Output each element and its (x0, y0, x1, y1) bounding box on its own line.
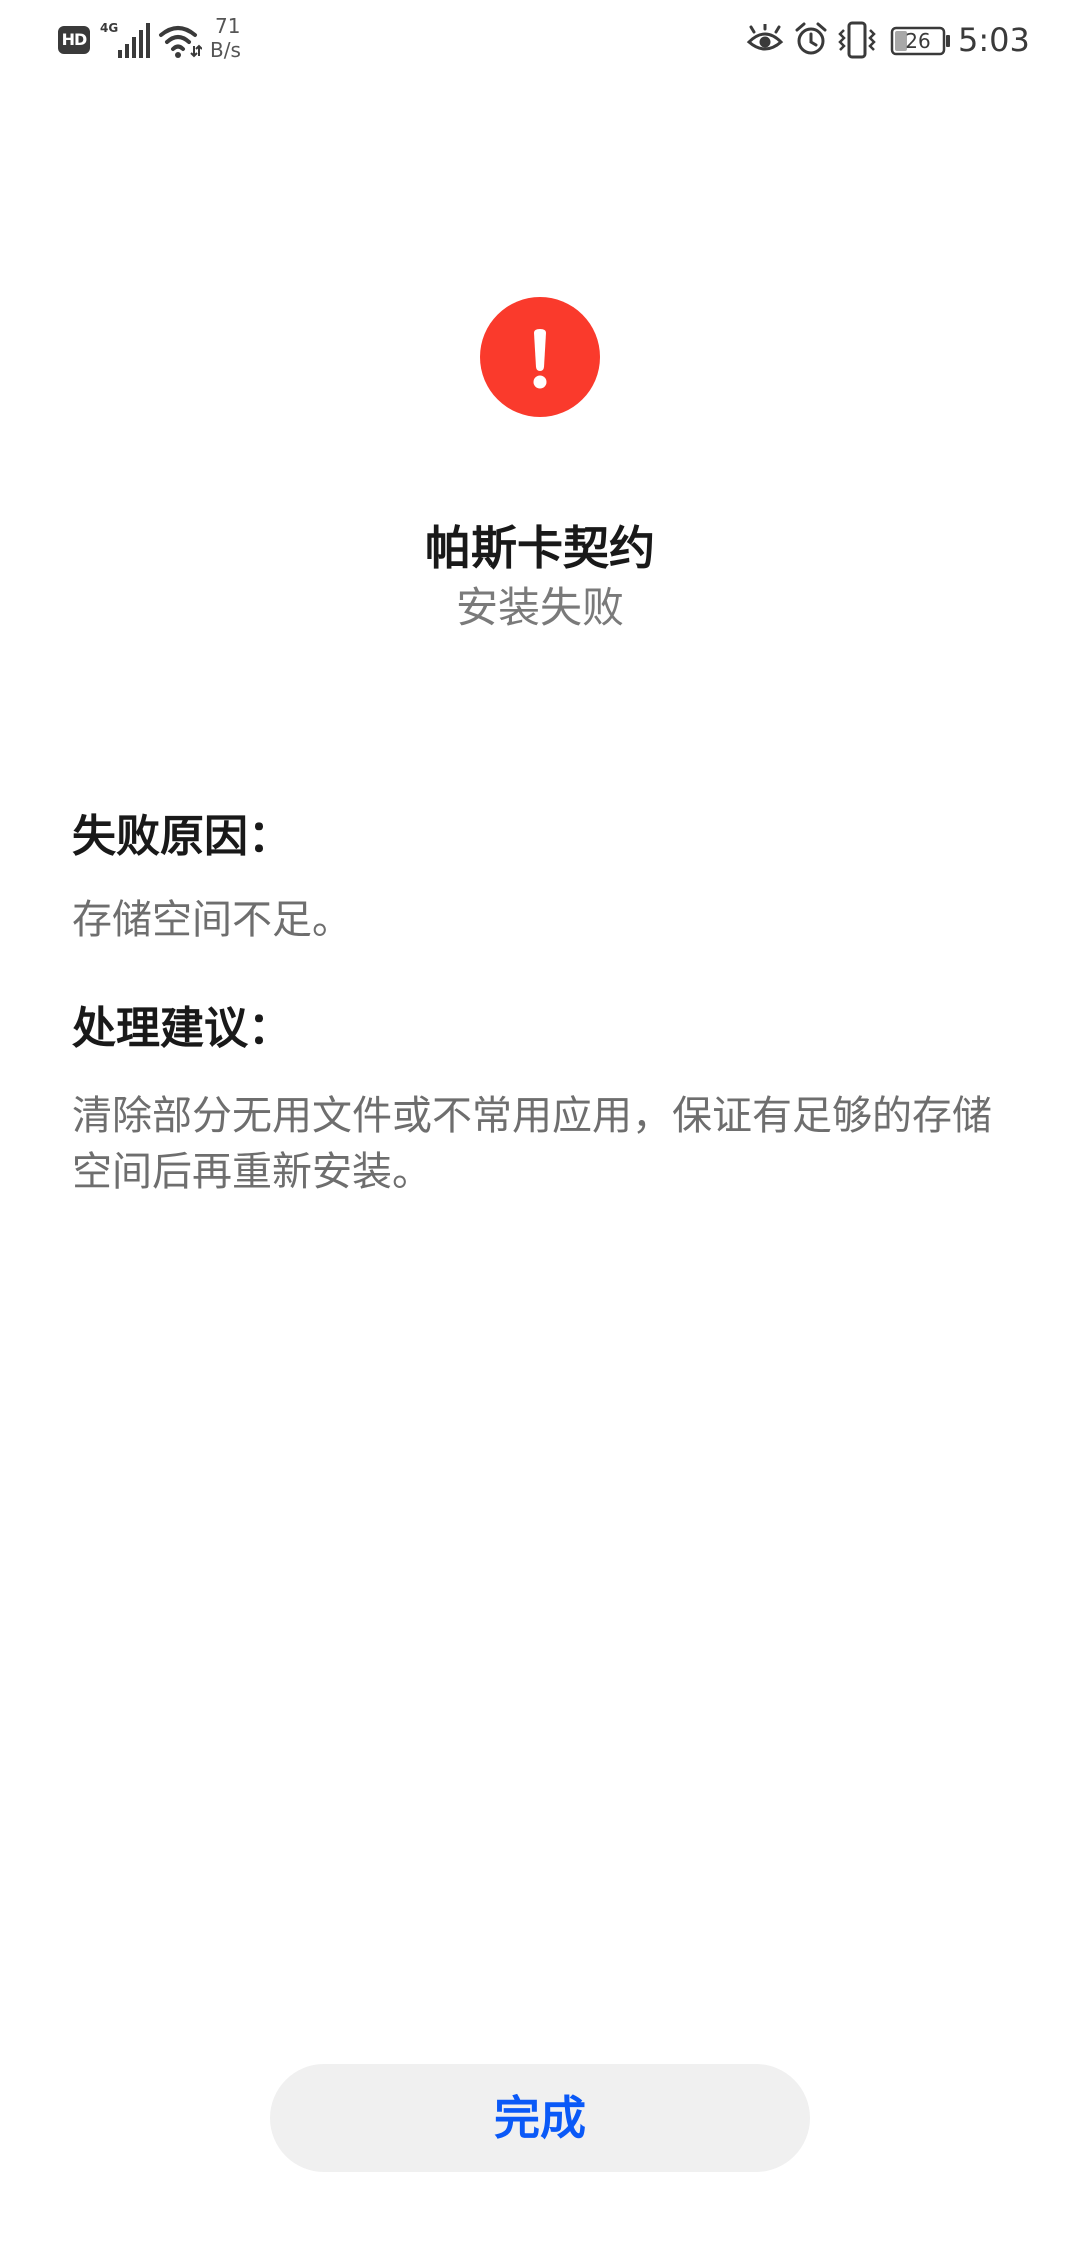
vibrate-icon (838, 21, 876, 59)
failure-reason-heading: 失败原因： (72, 811, 292, 862)
suggestion-text: 清除部分无用文件或不常用应用，保证有足够的存储空间后再重新安装。 (72, 1093, 992, 1195)
network-speed-unit: B/s (210, 38, 241, 62)
failure-reason-text: 存储空间不足。 (72, 897, 352, 943)
app-name: 帕斯卡契约 (425, 521, 655, 575)
error-icon (480, 297, 600, 417)
install-failed-screen: HD 4G 71 B/s 26 5:03 帕斯卡契约 安装失败 失败原因： 存储… (0, 0, 1080, 2244)
network-type-label: 4G (100, 21, 118, 35)
network-speed-value: 71 (215, 14, 241, 38)
battery-level: 26 (905, 29, 931, 53)
eye-comfort-icon (746, 24, 784, 51)
suggestion-heading: 处理建议： (72, 1003, 292, 1054)
exclamation-icon (533, 329, 547, 389)
network-speed: 71 B/s (210, 14, 260, 62)
alarm-icon (795, 22, 827, 55)
wifi-icon (159, 26, 202, 58)
status-bar: HD 4G 71 B/s 26 5:03 (0, 0, 1080, 84)
signal-4g-icon: 4G (100, 21, 150, 58)
clock-time: 5:03 (958, 21, 1030, 59)
install-status: 安装失败 (455, 583, 624, 632)
hd-icon: HD (58, 26, 90, 54)
done-button[interactable]: 完成 (270, 2064, 810, 2172)
